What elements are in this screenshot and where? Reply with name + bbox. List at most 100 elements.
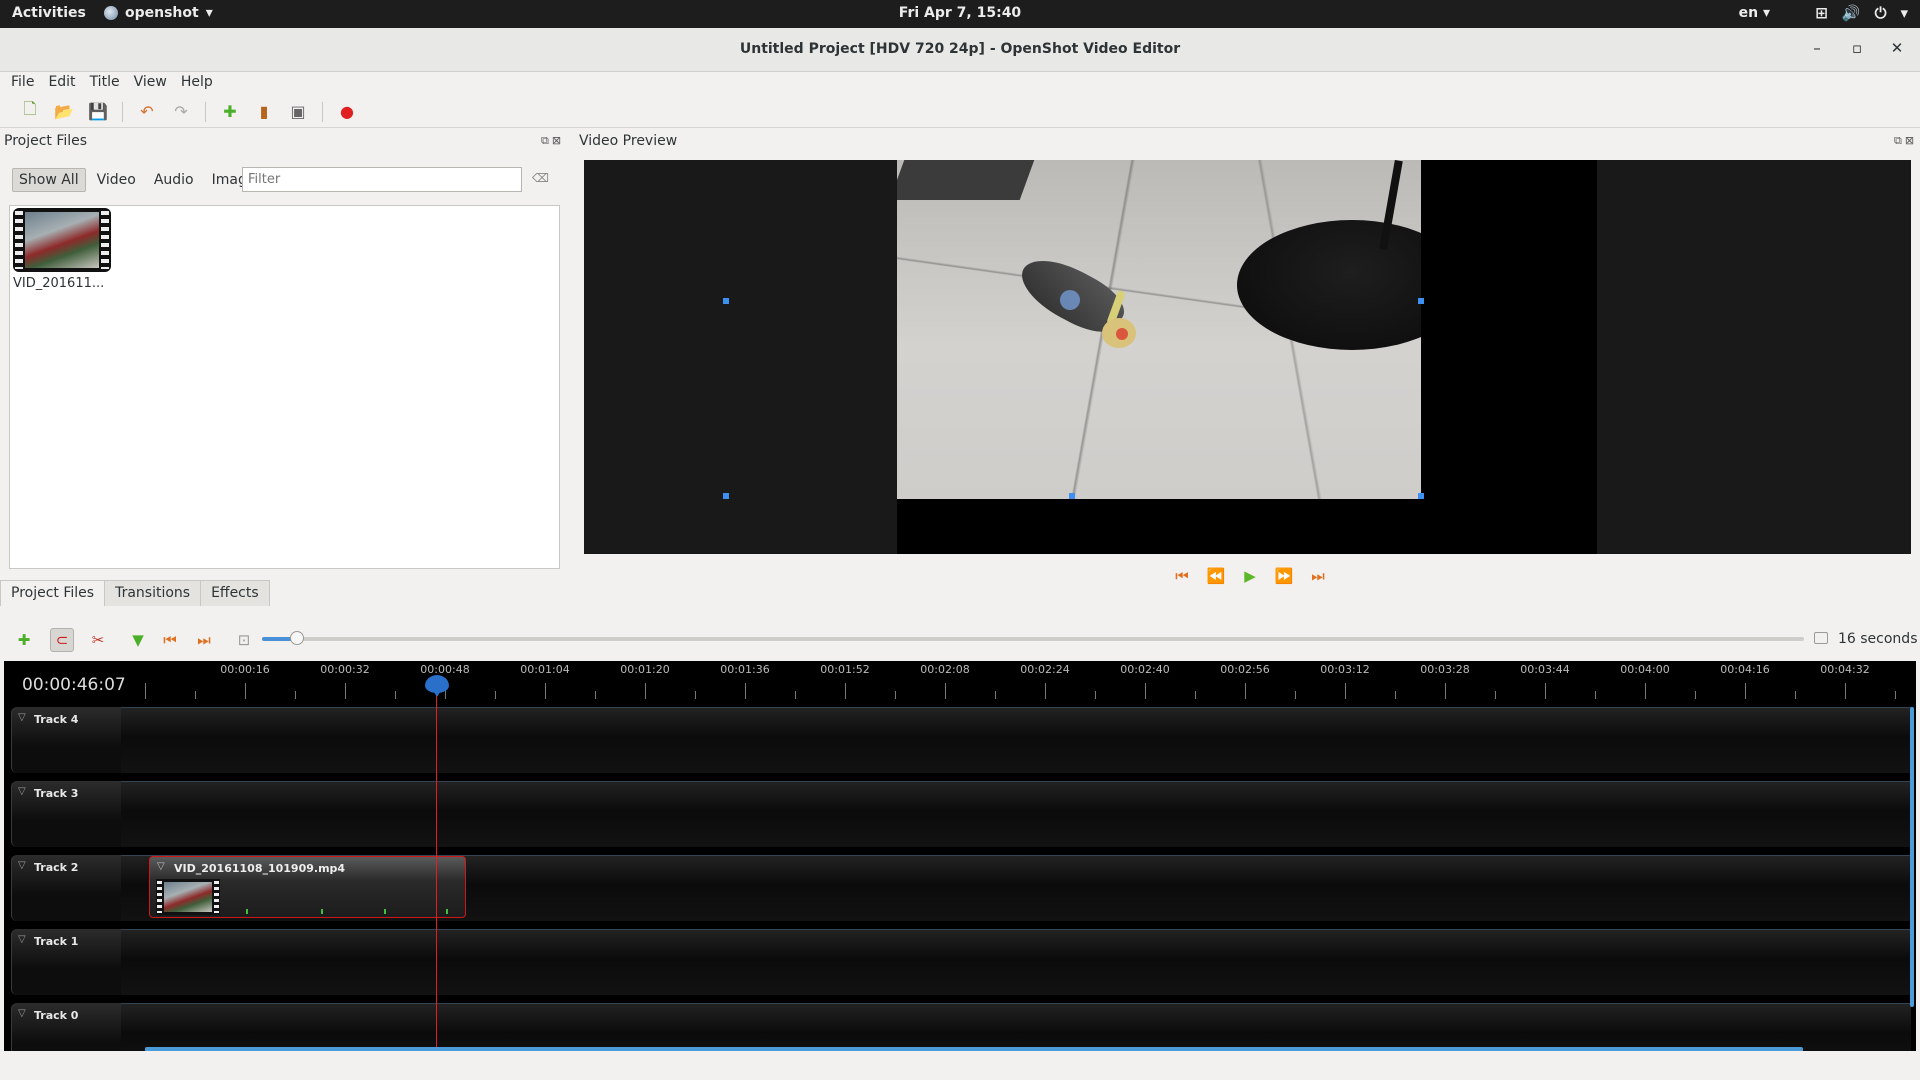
- ruler-tick: [395, 691, 396, 699]
- language-indicator[interactable]: en ▾: [1739, 5, 1770, 21]
- track-lane[interactable]: [121, 1003, 1911, 1051]
- ruler-tick: [1495, 691, 1496, 699]
- collapse-icon[interactable]: ▽: [18, 1008, 26, 1019]
- clip-name: VID_20161108_101909.mp4: [174, 862, 346, 875]
- clock[interactable]: Fri Apr 7, 15:40: [0, 5, 1920, 21]
- app-menu-label: openshot: [125, 5, 199, 21]
- file-filter-bar: Show All Video Audio Image: [12, 167, 262, 193]
- timeline-clip[interactable]: ▽ VID_20161108_101909.mp4: [149, 856, 466, 918]
- tab-effects[interactable]: Effects: [200, 580, 270, 606]
- project-files-list[interactable]: VID_201611...: [9, 205, 560, 569]
- track-name: Track 0: [34, 1009, 79, 1022]
- new-project-icon[interactable]: 🗋: [18, 99, 42, 124]
- choose-profile-icon[interactable]: ▮: [252, 100, 276, 124]
- volume-icon: 🔊: [1841, 4, 1861, 22]
- filter-audio-button[interactable]: Audio: [147, 168, 201, 192]
- transform-handle[interactable]: [1418, 298, 1424, 304]
- add-track-icon[interactable]: ✚: [12, 628, 36, 652]
- jump-start-icon[interactable]: ⏮: [1172, 567, 1192, 585]
- track-row[interactable]: ▽ Track 3: [11, 781, 1911, 847]
- close-dock-icon[interactable]: ⊠: [552, 134, 561, 148]
- fast-forward-icon[interactable]: ⏩: [1274, 567, 1294, 585]
- clip-menu-icon[interactable]: ▽: [157, 861, 165, 872]
- time-ruler[interactable]: 00:00:16 00:00:32 00:00:48 00:01:04 00:01:20…: [145, 661, 1916, 705]
- export-video-icon[interactable]: ●: [335, 100, 359, 124]
- zoom-slider-track[interactable]: [262, 637, 1804, 641]
- next-marker-icon[interactable]: ⏭: [192, 628, 216, 652]
- filter-show-all-button[interactable]: Show All: [12, 168, 86, 192]
- track-header[interactable]: ▽ Track 2: [11, 855, 121, 921]
- float-dock-icon[interactable]: ⧉: [541, 134, 549, 148]
- tab-project-files[interactable]: Project Files: [0, 580, 106, 606]
- toolbar-separator: [122, 101, 123, 122]
- collapse-icon[interactable]: ▽: [18, 934, 26, 945]
- maximize-button[interactable]: ▫: [1848, 39, 1866, 57]
- filter-input[interactable]: [242, 167, 522, 192]
- previous-marker-icon[interactable]: ⏮: [158, 628, 182, 652]
- close-dock-icon[interactable]: ⊠: [1905, 134, 1914, 148]
- ruler-tick: [1245, 683, 1246, 699]
- menu-help[interactable]: Help: [174, 72, 220, 94]
- track-header[interactable]: ▽ Track 1: [11, 929, 121, 995]
- track-lane[interactable]: [121, 707, 1911, 773]
- import-files-icon[interactable]: ✚: [218, 100, 242, 124]
- razor-icon[interactable]: ✂: [86, 628, 110, 652]
- menu-edit[interactable]: Edit: [41, 72, 82, 94]
- playhead-line: [436, 681, 437, 1051]
- fullscreen-icon[interactable]: ▣: [286, 100, 310, 124]
- timeline-horizontal-scrollbar[interactable]: [145, 1047, 1803, 1051]
- track-row[interactable]: ▽ Track 1: [11, 929, 1911, 995]
- menu-title[interactable]: Title: [83, 72, 127, 94]
- ruler-tick: [1645, 683, 1646, 699]
- collapse-icon[interactable]: ▽: [18, 712, 26, 723]
- track-header[interactable]: ▽ Track 4: [11, 707, 121, 773]
- float-dock-icon[interactable]: ⧉: [1894, 134, 1902, 148]
- track-header[interactable]: ▽ Track 0: [11, 1003, 121, 1051]
- timeline-vertical-scrollbar[interactable]: [1910, 707, 1914, 1007]
- ruler-tick: [1145, 683, 1146, 699]
- file-item[interactable]: VID_201611...: [13, 208, 113, 291]
- ruler-label: 00:02:40: [1120, 663, 1170, 676]
- timeline[interactable]: 00:00:46:07 00:00:16 00:00:32 00:00:48 00:0…: [4, 661, 1916, 1051]
- jump-end-icon[interactable]: ⏭: [1308, 567, 1328, 585]
- clear-filter-icon[interactable]: ⌫: [532, 171, 549, 185]
- playhead-handle[interactable]: [425, 675, 449, 697]
- menu-view[interactable]: View: [127, 72, 174, 94]
- open-project-icon[interactable]: 📂: [52, 100, 76, 124]
- transform-handle[interactable]: [723, 493, 729, 499]
- minimize-button[interactable]: –: [1808, 39, 1826, 57]
- system-tray[interactable]: ⊞ 🔊 ⏻ ▾: [1815, 4, 1908, 22]
- rewind-icon[interactable]: ⏪: [1206, 567, 1226, 585]
- track-row[interactable]: ▽ Track 4: [11, 707, 1911, 773]
- play-icon[interactable]: ▶: [1240, 567, 1260, 585]
- center-timeline-icon[interactable]: ⊡: [232, 628, 256, 652]
- ruler-tick: [595, 691, 596, 699]
- activities-button[interactable]: Activities: [12, 5, 86, 21]
- close-button[interactable]: ✕: [1888, 39, 1906, 57]
- collapse-icon[interactable]: ▽: [18, 860, 26, 871]
- video-frame[interactable]: [897, 160, 1421, 499]
- track-lane[interactable]: [121, 781, 1911, 847]
- ruler-label: 00:03:28: [1420, 663, 1470, 676]
- save-project-icon[interactable]: 💾: [86, 100, 110, 124]
- zoom-icon: [1814, 632, 1828, 644]
- ruler-label: 00:00:32: [320, 663, 370, 676]
- ruler-label: 00:01:36: [720, 663, 770, 676]
- add-marker-icon[interactable]: ▼: [126, 628, 150, 652]
- menu-file[interactable]: File: [4, 72, 41, 94]
- transform-handle[interactable]: [723, 298, 729, 304]
- transform-center-handle[interactable]: [1060, 290, 1080, 310]
- tab-transitions[interactable]: Transitions: [104, 580, 202, 606]
- filter-video-button[interactable]: Video: [90, 168, 143, 192]
- track-header[interactable]: ▽ Track 3: [11, 781, 121, 847]
- zoom-slider-handle[interactable]: [290, 631, 304, 645]
- collapse-icon[interactable]: ▽: [18, 786, 26, 797]
- undo-icon[interactable]: ↶: [135, 100, 159, 124]
- app-menu[interactable]: openshot ▾: [104, 5, 213, 21]
- track-row[interactable]: ▽ Track 0: [11, 1003, 1911, 1051]
- track-lane[interactable]: [121, 929, 1911, 995]
- transform-handle[interactable]: [1418, 493, 1424, 499]
- transform-handle[interactable]: [1069, 493, 1075, 499]
- redo-icon[interactable]: ↷: [169, 100, 193, 124]
- snapping-icon[interactable]: ⊂: [50, 628, 74, 652]
